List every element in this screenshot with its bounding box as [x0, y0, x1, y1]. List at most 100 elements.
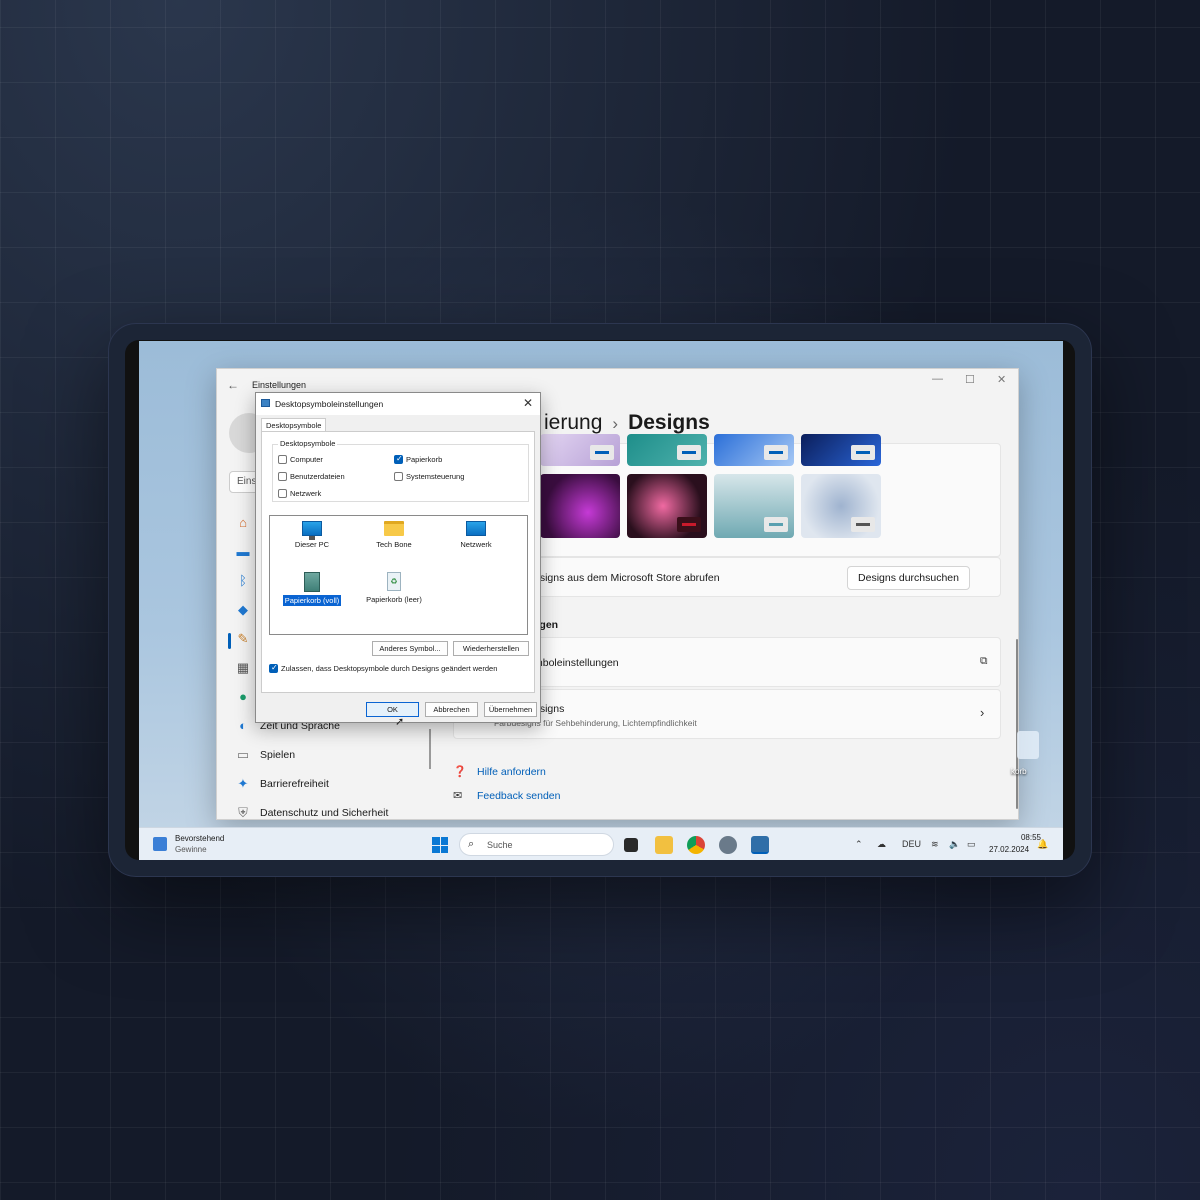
icon-item-user-folder[interactable]: Tech Bone [354, 521, 434, 550]
personalization-icon[interactable]: ✎ [235, 631, 251, 647]
gaming-icon[interactable]: ▭ [235, 747, 251, 763]
start-button[interactable] [432, 837, 448, 853]
theme-thumb[interactable] [801, 474, 881, 538]
checkbox-user-files[interactable]: Benutzerdateien [278, 472, 345, 481]
time-language-icon[interactable]: ◐ [235, 718, 251, 734]
this-pc-icon [302, 521, 322, 540]
close-icon[interactable]: ✕ [997, 373, 1006, 386]
language-indicator[interactable]: DEU [902, 839, 921, 849]
minimize-icon[interactable]: — [932, 373, 943, 385]
tablet-frame: ← Einstellungen — ☐ ✕ Eins ⌂ ▬ ᛒ ◆ ✎ ▦ ●… [108, 323, 1092, 877]
chevron-up-icon[interactable]: ⌃ [855, 839, 863, 850]
onedrive-icon[interactable]: ☁ [877, 839, 886, 850]
tablet-screen-bezel: ← Einstellungen — ☐ ✕ Eins ⌂ ▬ ᛒ ◆ ✎ ▦ ●… [125, 340, 1075, 860]
network-icon[interactable]: ◆ [235, 602, 251, 618]
breadcrumb: ierung › Designs [544, 411, 710, 435]
widgets-icon[interactable] [153, 837, 167, 851]
help-link[interactable]: Hilfe anfordern [477, 766, 546, 778]
icon-item-recycle-bin-full[interactable]: Papierkorb (voll) [272, 572, 352, 607]
notification-bell-icon[interactable]: 🔔 [1037, 839, 1048, 850]
recycle-bin-empty-icon: ♻ [387, 572, 401, 591]
accounts-icon[interactable]: ● [235, 689, 251, 705]
volume-icon[interactable]: 🔈 [949, 839, 960, 850]
group-label: Desktopsymbole [278, 439, 338, 448]
desktop-icon-settings-dialog: Desktopsymboleinstellungen ✕ Desktopsymb… [255, 392, 541, 728]
checkbox-network[interactable]: Netzwerk [278, 489, 321, 498]
maximize-icon[interactable]: ☐ [965, 373, 975, 386]
nav-active-indicator [228, 633, 231, 649]
clock-date[interactable]: 27.02.2024 [989, 845, 1029, 854]
allow-themes-checkbox[interactable]: Zulassen, dass Desktopsymbole durch Desi… [269, 663, 497, 673]
chrome-icon[interactable] [687, 836, 705, 854]
file-explorer-icon[interactable] [655, 836, 673, 854]
settings-gear-icon[interactable] [719, 836, 737, 854]
external-link-icon: ⧉ [980, 655, 988, 667]
nav-accessibility[interactable]: Barrierefreiheit [260, 778, 329, 790]
apply-button[interactable]: Übernehmen [484, 702, 537, 717]
nav-privacy[interactable]: Datenschutz und Sicherheit [260, 807, 388, 819]
feedback-link[interactable]: Feedback senden [477, 790, 560, 802]
feedback-icon: ✉ [453, 790, 463, 802]
icon-item-this-pc[interactable]: Dieser PC [272, 521, 352, 550]
theme-thumb[interactable] [627, 434, 707, 466]
help-icon: ❓ [453, 766, 467, 778]
network-icon [466, 521, 486, 536]
theme-thumb[interactable] [627, 474, 707, 538]
battery-icon[interactable]: ▭ [967, 839, 976, 850]
scrollbar[interactable] [1016, 639, 1018, 809]
task-view-icon[interactable] [624, 838, 638, 852]
system-icon[interactable]: ▬ [235, 544, 251, 560]
home-icon[interactable]: ⌂ [235, 515, 251, 531]
theme-thumb[interactable] [714, 434, 794, 466]
desktop-icons-group: Desktopsymbole Computer Papierkorb Benut… [272, 439, 529, 502]
taskbar: Bevorstehend Gewinne ⌕ Suche ⌃ ☁ DEU ≋ 🔈… [139, 827, 1063, 860]
browse-themes-button[interactable]: Designs durchsuchen [847, 566, 970, 590]
sidebar-divider [429, 729, 431, 769]
theme-thumb[interactable] [540, 434, 620, 466]
checkbox-computer[interactable]: Computer [278, 455, 323, 464]
store-row-text: esigns aus dem Microsoft Store abrufen [534, 572, 720, 584]
taskbar-search-placeholder: Suche [487, 840, 513, 850]
restore-default-button[interactable]: Wiederherstellen [453, 641, 529, 656]
checkbox-control-panel[interactable]: Systemsteuerung [394, 472, 464, 481]
desktop-recycle-bin-label[interactable]: korb [1011, 767, 1027, 776]
theme-thumb[interactable] [801, 434, 881, 466]
chevron-right-icon: › [980, 705, 985, 720]
theme-thumb[interactable] [714, 474, 794, 538]
tab-desktop-icons[interactable]: Desktopsymbole [261, 418, 327, 432]
accessibility-icon[interactable]: ✦ [235, 776, 251, 792]
breadcrumb-prev[interactable]: ierung [544, 411, 602, 434]
icon-item-recycle-bin-empty[interactable]: ♻ Papierkorb (leer) [354, 572, 434, 605]
recycle-bin-full-icon [304, 572, 320, 592]
dialog-titlebar: Desktopsymboleinstellungen ✕ [256, 393, 540, 415]
dialog-app-icon [261, 399, 270, 407]
folder-icon [384, 521, 404, 536]
mouse-cursor-icon: ➚ [395, 716, 405, 728]
desktop-icons-app-icon[interactable] [751, 836, 769, 854]
change-icon-button[interactable]: Anderes Symbol... [372, 641, 448, 656]
dialog-title: Desktopsymboleinstellungen [275, 399, 384, 409]
widget-subtitle[interactable]: Gewinne [175, 845, 207, 854]
wifi-icon[interactable]: ≋ [931, 839, 939, 850]
desktop-icons-row-label: mboleinstellungen [534, 657, 619, 669]
desktop-recycle-bin-icon[interactable] [1017, 731, 1039, 759]
page-title: Designs [628, 411, 710, 434]
close-icon[interactable]: ✕ [523, 396, 533, 410]
dialog-tab-pane: Desktopsymbole Computer Papierkorb Benut… [261, 431, 535, 693]
ok-button[interactable]: OK [366, 702, 419, 717]
taskbar-search[interactable]: ⌕ Suche [459, 833, 614, 856]
theme-thumb[interactable] [540, 474, 620, 538]
apps-icon[interactable]: ▦ [235, 660, 251, 676]
icon-item-network[interactable]: Netzwerk [436, 521, 516, 550]
cancel-button[interactable]: Abbrechen [425, 702, 478, 717]
search-icon: ⌕ [468, 838, 475, 850]
widget-title[interactable]: Bevorstehend [175, 834, 224, 843]
nav-gaming[interactable]: Spielen [260, 749, 295, 761]
checkbox-recycle-bin[interactable]: Papierkorb [394, 454, 442, 464]
desktop-screen: ← Einstellungen — ☐ ✕ Eins ⌂ ▬ ᛒ ◆ ✎ ▦ ●… [139, 341, 1063, 860]
back-arrow-icon[interactable]: ← [227, 378, 239, 392]
settings-title: Einstellungen [252, 380, 307, 390]
bluetooth-icon[interactable]: ᛒ [235, 573, 251, 589]
privacy-icon[interactable]: ⛨ [235, 805, 251, 821]
icons-listview[interactable]: Dieser PC Tech Bone Netzwerk Papierkorb … [269, 515, 528, 635]
